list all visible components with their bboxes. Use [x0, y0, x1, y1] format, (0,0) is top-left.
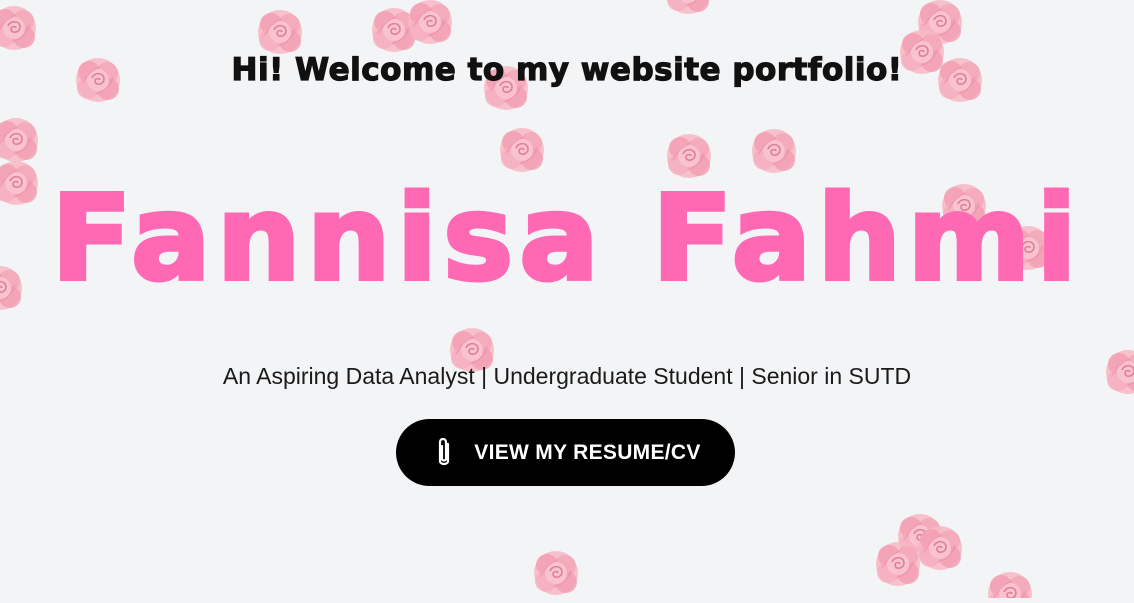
- paperclip-icon: [430, 435, 458, 471]
- welcome-heading: Hi! Welcome to my website portfolio!: [231, 51, 903, 88]
- hero-section: Hi! Welcome to my website portfolio! Fan…: [0, 0, 1134, 598]
- view-resume-label: VIEW MY RESUME/CV: [474, 440, 701, 464]
- view-resume-button[interactable]: VIEW MY RESUME/CV: [396, 419, 735, 486]
- tagline: An Aspiring Data Analyst | Undergraduate…: [222, 363, 912, 389]
- name-title: Fannisa Fahmi: [49, 167, 1083, 309]
